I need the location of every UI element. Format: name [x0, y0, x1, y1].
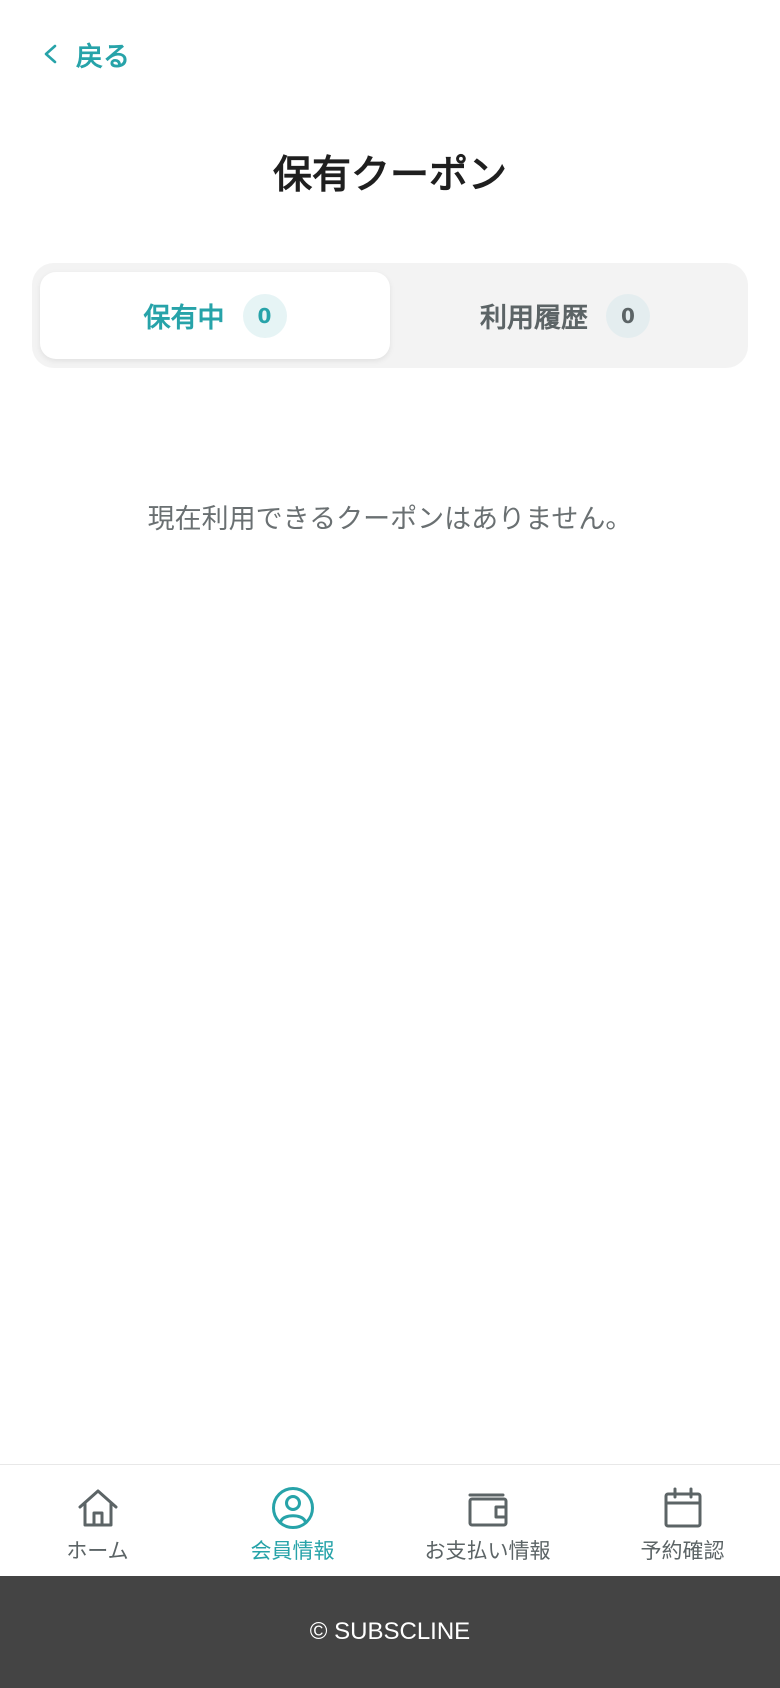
tab-owned-count-badge: 0 [242, 293, 287, 338]
back-label: 戻る [76, 41, 130, 73]
coupon-tabs: 保有中 0 利用履歴 0 [32, 263, 748, 368]
nav-label-home: ホーム [66, 1539, 129, 1563]
nav-item-reservation[interactable]: 予約確認 [585, 1465, 780, 1576]
chevron-left-icon [44, 44, 57, 64]
nav-label-member-info: 会員情報 [250, 1539, 335, 1563]
nav-label-payment-info: お支払い情報 [424, 1539, 551, 1563]
tab-history-label: 利用履歴 [480, 303, 588, 334]
copyright-text: © SUBSCLINE [309, 1618, 471, 1645]
nav-item-home[interactable]: ホーム [0, 1465, 195, 1576]
tab-owned-label: 保有中 [143, 303, 225, 334]
back-button[interactable]: 戻る [40, 34, 130, 74]
tab-history[interactable]: 利用履歴 0 [390, 272, 740, 359]
user-circle-icon [271, 1487, 314, 1529]
wallet-icon [468, 1493, 507, 1527]
tab-owned[interactable]: 保有中 0 [40, 272, 390, 359]
bottom-nav: ホーム 会員情報 お支払い情報 予約確認 [0, 1464, 780, 1576]
nav-label-reservation: 予約確認 [640, 1539, 725, 1563]
footer: © SUBSCLINE [0, 1576, 780, 1688]
home-icon [78, 1489, 117, 1527]
nav-item-payment-info[interactable]: お支払い情報 [390, 1465, 585, 1576]
page-title: 保有クーポン [272, 153, 507, 198]
empty-state-message: 現在利用できるクーポンはありません。 [147, 504, 633, 535]
nav-item-member-info[interactable]: 会員情報 [195, 1465, 390, 1576]
calendar-icon [664, 1487, 701, 1528]
tab-history-count-badge: 0 [606, 293, 650, 338]
